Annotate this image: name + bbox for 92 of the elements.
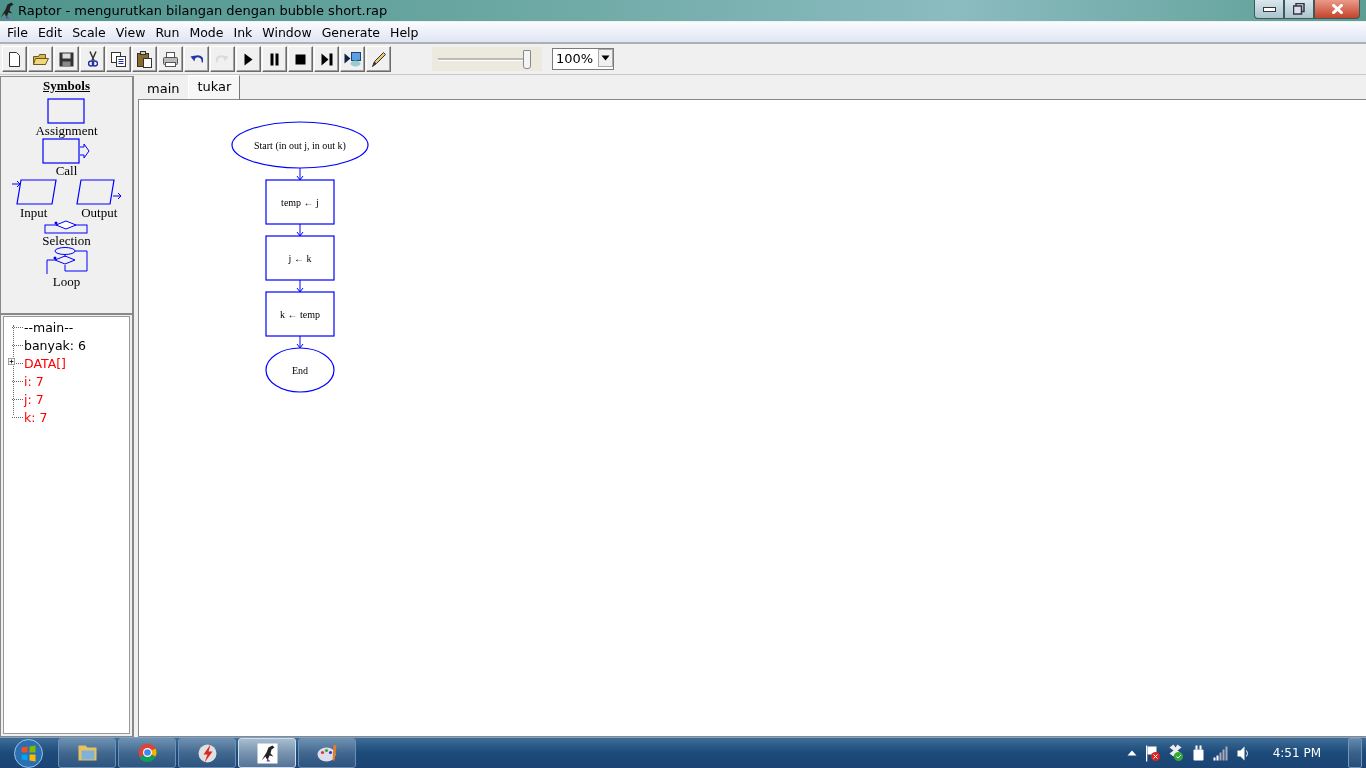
menu-item[interactable]: Window xyxy=(257,24,317,40)
symbols-heading: Symbols xyxy=(42,78,91,94)
signal-icon xyxy=(1212,745,1228,761)
tab[interactable]: main xyxy=(138,78,189,99)
symbol-label: Output xyxy=(81,206,118,220)
input-symbol-icon xyxy=(10,178,57,206)
assignment-symbol-icon xyxy=(46,98,87,124)
step-icon xyxy=(320,52,333,66)
printer-button[interactable] xyxy=(158,46,183,72)
speaker-icon xyxy=(1236,745,1248,761)
monitor-icon xyxy=(344,51,361,67)
call-symbol-icon xyxy=(41,138,92,164)
menu-item[interactable]: Scale xyxy=(67,24,111,40)
scissors-icon xyxy=(87,51,98,67)
variable-item[interactable]: k: 7 xyxy=(24,409,48,425)
tab[interactable]: tukar xyxy=(188,75,241,99)
flag-icon xyxy=(1145,744,1161,762)
menu-item[interactable]: Mode xyxy=(184,24,229,40)
dinosaur-icon xyxy=(256,742,278,764)
show-desktop-button[interactable] xyxy=(1348,738,1362,768)
folder-button[interactable] xyxy=(28,46,53,72)
plug-icon xyxy=(1192,745,1204,761)
scissors-button[interactable] xyxy=(80,46,105,72)
variable-item[interactable]: banyak: 6 xyxy=(24,337,86,353)
pen-button[interactable] xyxy=(366,46,391,72)
symbol-label: Selection xyxy=(42,234,91,248)
menu-item[interactable]: Generate xyxy=(316,24,386,40)
printer-icon xyxy=(163,51,178,67)
output-symbol-icon xyxy=(76,178,123,206)
step-button[interactable] xyxy=(314,46,339,72)
play-button[interactable] xyxy=(236,46,261,72)
play-icon xyxy=(244,52,253,66)
selection-symbol-icon xyxy=(43,220,90,234)
slider-thumb[interactable] xyxy=(523,50,532,69)
minimize-icon xyxy=(1262,6,1276,12)
stop-button[interactable] xyxy=(288,46,313,72)
undo-arrow-button[interactable] xyxy=(184,46,209,72)
menu-item[interactable]: Run xyxy=(150,24,185,40)
symbol-label: Input xyxy=(20,206,48,220)
connector-arrow xyxy=(296,223,304,237)
connector-arrow xyxy=(296,167,304,181)
box-icon xyxy=(1169,744,1184,762)
app-dinosaur-icon xyxy=(0,2,14,19)
clock[interactable]: 4:51 PM xyxy=(1272,746,1321,760)
lightning-icon xyxy=(197,743,217,763)
restore-button[interactable] xyxy=(1284,0,1314,19)
connector-arrow xyxy=(296,335,304,349)
close-icon xyxy=(1331,4,1343,14)
variable-item[interactable]: --main-- xyxy=(24,319,74,335)
taskbar-button[interactable] xyxy=(178,738,236,768)
pen-icon xyxy=(371,51,386,67)
tray-arrow-icon xyxy=(1126,750,1137,756)
menu-item[interactable]: Edit xyxy=(32,24,68,40)
folder-icon xyxy=(32,53,49,65)
pause-icon xyxy=(270,52,279,66)
menu-item[interactable]: Help xyxy=(385,24,424,40)
copy-icon xyxy=(111,51,126,67)
variable-item[interactable]: i: 7 xyxy=(24,373,44,389)
assignment-box[interactable]: j ← k xyxy=(265,235,335,281)
restore-icon xyxy=(1293,3,1305,15)
assignment-box[interactable]: temp ← j xyxy=(265,179,335,225)
monitor-button[interactable] xyxy=(340,46,365,72)
windows-logo-icon xyxy=(13,738,43,768)
symbol-label: Loop xyxy=(52,275,81,289)
menu-item[interactable]: Ink xyxy=(228,24,258,40)
floppy-disk-button[interactable] xyxy=(54,46,79,72)
symbol-label: Assignment xyxy=(35,124,98,138)
new-document-button[interactable] xyxy=(2,46,27,72)
symbol-label: Call xyxy=(55,164,78,178)
assignment-box[interactable]: k ← temp xyxy=(265,291,335,337)
round-logo-icon xyxy=(137,743,157,763)
menu-item[interactable]: File xyxy=(2,24,33,40)
copy-button[interactable] xyxy=(106,46,131,72)
terminal-oval[interactable]: Start (in out j, in out k) xyxy=(231,121,369,169)
loop-symbol-icon xyxy=(44,247,89,275)
new-document-icon xyxy=(9,51,20,67)
undo-arrow-icon xyxy=(189,55,204,63)
minimize-button[interactable] xyxy=(1254,0,1284,19)
folder-icon xyxy=(77,745,97,761)
variable-item[interactable]: j: 7 xyxy=(24,391,44,407)
menu-item[interactable]: View xyxy=(110,24,151,40)
connector-arrow xyxy=(296,279,304,293)
close-button[interactable] xyxy=(1314,0,1360,19)
speed-slider[interactable] xyxy=(432,47,542,71)
variable-item[interactable]: DATA[] xyxy=(24,355,66,371)
clipboard-button[interactable] xyxy=(132,46,157,72)
clipboard-icon xyxy=(137,50,152,68)
terminal-oval[interactable]: End xyxy=(265,347,335,393)
window-title: Raptor - mengurutkan bilangan dengan bubble short.rap xyxy=(18,3,388,18)
pause-button[interactable] xyxy=(262,46,287,72)
palette-icon xyxy=(317,744,337,762)
stop-icon xyxy=(295,53,306,65)
